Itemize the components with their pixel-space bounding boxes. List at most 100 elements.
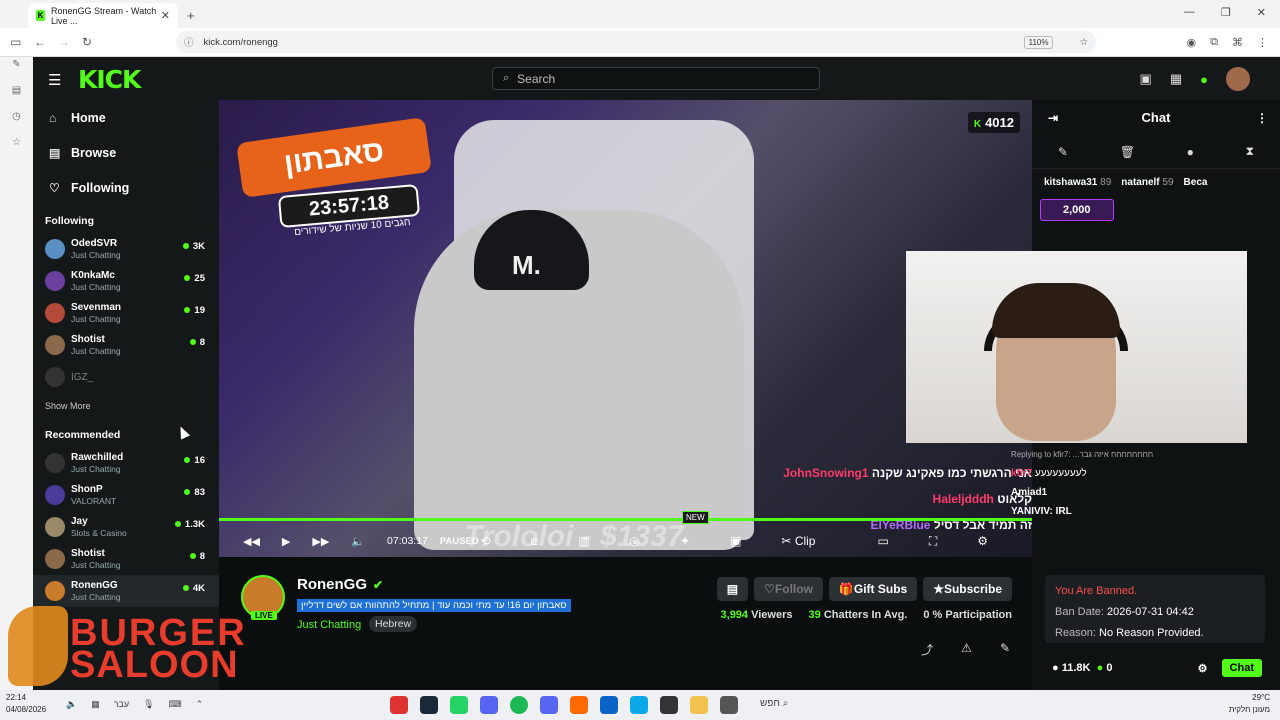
report-icon[interactable]: ⚠ [961,641,972,658]
sidebar-toggle-icon[interactable]: ▭ [10,35,21,49]
chat-users-icon[interactable]: ⋮ [1256,111,1268,125]
subscribe-button[interactable]: ★ Subscribe [923,577,1012,601]
gifter[interactable]: natanelf 59 [1121,177,1173,188]
kicks-pinned[interactable]: 2,000 [1040,199,1114,221]
keyboard-icon[interactable]: ⌨ [169,699,182,710]
trash-icon[interactable]: 🗑 [1120,145,1135,159]
site-info-icon[interactable]: ⓘ [184,35,194,49]
theatre-mode-icon[interactable]: ▭ [877,534,888,548]
play-icon[interactable]: ▶ [282,535,290,548]
collections-icon[interactable]: ▤ [0,85,33,109]
app-icon[interactable] [660,696,678,714]
fullscreen-icon[interactable]: ⛶ [929,534,937,549]
channel-item[interactable]: Shotist Just Chatting 8 [33,329,219,361]
edit-icon[interactable]: ✎ [1000,641,1010,658]
miniplayer-icon[interactable]: ▣ [730,534,741,548]
minimize-icon[interactable]: — [1184,6,1195,19]
forward-icon[interactable]: ▶▶ [312,535,329,548]
channel-item[interactable]: K0nkaMc Just Chatting 25 [33,265,219,297]
channel-item-offline[interactable]: IGZ_ [33,361,219,393]
extension-icon[interactable]: ◉ [1187,36,1197,49]
channel-item[interactable]: Sevenman Just Chatting 19 [33,297,219,329]
restore-icon[interactable]: ❐ [1221,6,1231,19]
nav-home[interactable]: ⌂ Home [33,100,219,135]
zoom-indicator[interactable]: 110% [1023,35,1054,49]
volume-icon[interactable]: 🔈 [351,535,365,548]
progress-bar[interactable] [219,518,1032,521]
channel-item[interactable]: Jay Slots & Casino 1.3K [33,511,219,543]
chat-user[interactable]: YANIVIV [1011,506,1050,517]
message-icon[interactable]: ● [1187,145,1194,159]
network-icon[interactable]: ▦ [91,699,100,710]
chat-user[interactable]: kfir7 [1011,468,1032,479]
file-explorer-icon[interactable] [690,696,708,714]
clock[interactable]: 22:14 04/08/2026 [6,692,46,716]
dashboard-icon[interactable]: ▦ [1170,71,1182,87]
follow-button[interactable]: ♡ Follow [754,577,823,601]
avatar[interactable] [1226,67,1250,91]
gift-subs-button[interactable]: 🎁 Gift Subs [828,577,918,601]
history-icon[interactable]: ◷ [0,111,33,135]
channel-item[interactable]: OdedSVR Just Chatting 3K [33,233,219,265]
favorites-icon[interactable]: ☆ [0,137,33,161]
hourglass-icon[interactable]: ⧗ [1246,144,1254,159]
back-icon[interactable]: ← [34,35,46,49]
reload-icon[interactable]: ↻ [82,35,92,49]
stream-category[interactable]: Just Chatting [297,619,361,631]
chat-user[interactable]: Amiad1 [1011,487,1047,498]
channel-item[interactable]: Shotist Just Chatting 8 [33,543,219,575]
pin-icon[interactable]: ✎ [1058,145,1068,159]
nav-following[interactable]: ♡ Following [33,170,219,205]
chevron-up-icon[interactable]: ⌃ [196,699,204,710]
chat-settings-icon[interactable]: ⚙ [1198,662,1208,675]
language-indicator[interactable]: עבר [114,699,129,710]
chat-send-button[interactable]: Chat [1221,659,1262,677]
edge-icon[interactable] [630,696,648,714]
whatsapp-icon[interactable] [450,696,468,714]
rewind-icon[interactable]: ◀◀ [243,535,260,548]
clip-button[interactable]: ✂ Clip [781,534,837,548]
nav-browse[interactable]: ▤ Browse [33,135,219,170]
extension-icon[interactable]: ⌘ [1232,36,1243,49]
browser-tab[interactable]: K RonenGG Stream - Watch Live ... ✕ [28,3,178,28]
mic-icon[interactable]: 🎙 [143,699,154,710]
app-icon[interactable] [600,696,618,714]
discord-icon[interactable] [540,696,558,714]
collapse-chat-icon[interactable]: ⇥ [1048,111,1058,125]
new-tab-icon[interactable]: + [187,8,195,23]
close-window-icon[interactable]: ✕ [1257,6,1266,19]
spotify-icon[interactable] [510,696,528,714]
favorite-star-icon[interactable]: ☆ [1079,37,1088,48]
taskbar-search[interactable]: חפש ⌕ [760,698,788,709]
show-more-link[interactable]: Show More [33,393,219,419]
stats-icon[interactable]: ▥ [578,534,589,548]
volume-icon[interactable]: 🔈 [66,699,77,710]
kick-logo[interactable]: KICK [78,65,141,94]
firefox-icon[interactable] [570,696,588,714]
app-icon[interactable] [480,696,498,714]
channel-item[interactable]: Rawchilled Just Chatting 16 [33,447,219,479]
gifter[interactable]: kitshawa31 89 [1044,177,1111,188]
stream-tag[interactable]: Hebrew [369,616,418,632]
streamer-name[interactable]: RonenGG ✔ [297,576,383,593]
options-button[interactable]: ▤ [716,577,749,601]
close-tab-icon[interactable]: ✕ [161,9,170,22]
app-icon[interactable] [720,696,738,714]
theatre-icon[interactable]: ▣ [1140,71,1152,87]
weather-widget[interactable]: 29°C מעונן חלקית [1229,692,1270,716]
menu-icon[interactable]: ☰ [48,71,61,89]
boost-icon[interactable]: ✦ [680,534,690,548]
share-icon[interactable]: ⤴ [921,641,933,658]
channel-item[interactable]: ShonP VALORANT 83 [33,479,219,511]
app-icon[interactable] [390,696,408,714]
kick-coin-icon[interactable]: ● [1200,72,1208,87]
search-input[interactable]: ⌕ Search [492,67,820,90]
gifter[interactable]: Beca [1184,177,1208,188]
settings-icon[interactable]: ⚙ [977,534,988,548]
pin-icon[interactable]: ✎ [0,59,33,83]
extensions-puzzle-icon[interactable]: ⧉ [1210,36,1218,49]
replay-icon[interactable]: ⟲ [480,534,490,548]
address-bar[interactable]: ⓘ kick.com/ronengg 110% ☆ [176,31,1096,53]
quality-icon[interactable]: ◎ [630,534,640,548]
forward-icon[interactable]: → [58,35,70,49]
